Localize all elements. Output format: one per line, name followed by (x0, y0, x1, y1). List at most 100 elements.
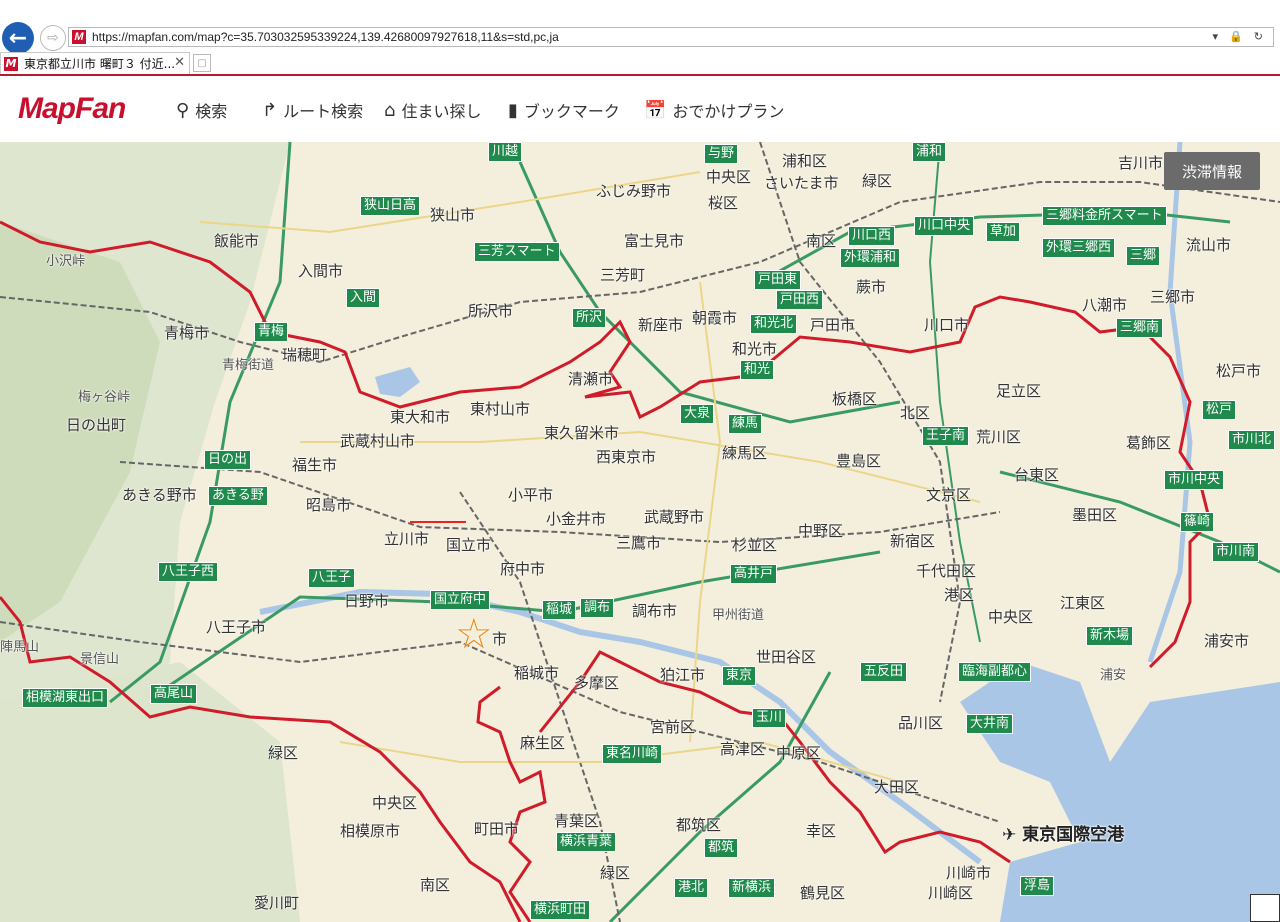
place-label: 葛飾区 (1126, 434, 1172, 452)
bookmark-icon: ▮ (508, 99, 518, 121)
interchange-label[interactable]: 新木場 (1086, 626, 1134, 646)
interchange-label[interactable]: 川口中央 (914, 216, 975, 236)
nav-bookmark-label: ブックマーク (523, 102, 620, 121)
interchange-label[interactable]: 青梅 (254, 322, 289, 342)
place-label: 小沢峠 (46, 254, 86, 269)
place-label: 武蔵野市 (644, 508, 705, 526)
interchange-label[interactable]: 市川南 (1212, 542, 1260, 562)
interchange-label[interactable]: 市川北 (1228, 430, 1276, 450)
place-label: 新座市 (638, 316, 684, 334)
nav-search-label: 検索 (195, 102, 228, 121)
interchange-label[interactable]: 新横浜 (728, 878, 776, 898)
interchange-label[interactable]: 五反田 (860, 662, 908, 682)
interchange-label[interactable]: 所沢 (572, 308, 607, 328)
interchange-label[interactable]: 都筑 (704, 838, 739, 858)
nav-outing-plan[interactable]: 📅 おでかけプラン (644, 98, 784, 122)
place-label: 浦和区 (782, 152, 828, 170)
place-label: 麻生区 (520, 734, 566, 752)
place-label: 府中市 (500, 560, 546, 578)
place-label: 浦安 (1100, 668, 1127, 683)
nav-route-search[interactable]: ↱ ルート検索 (262, 98, 363, 122)
interchange-label[interactable]: 松戸 (1202, 400, 1237, 420)
tab-active[interactable]: M 東京都立川市 曙町３ 付近... ✕ (0, 52, 190, 74)
interchange-label[interactable]: 三芳スマート (474, 242, 560, 262)
interchange-label[interactable]: 横浜青葉 (556, 832, 617, 852)
interchange-label[interactable]: 外環浦和 (840, 248, 901, 268)
place-label: 川崎市 (946, 864, 992, 882)
interchange-label[interactable]: 八王子 (308, 568, 356, 588)
interchange-label[interactable]: 入間 (346, 288, 381, 308)
browser-chrome: ← ⇨ M https://mapfan.com/map?c=35.703032… (0, 0, 1280, 76)
interchange-label[interactable]: 大井南 (966, 714, 1014, 734)
interchange-label[interactable]: 高井戸 (730, 564, 778, 584)
place-label: 青葉区 (554, 812, 600, 830)
place-label: 新宿区 (890, 532, 936, 550)
forward-arrow-icon[interactable]: ⇨ (40, 25, 66, 51)
close-tab-icon[interactable]: ✕ (174, 55, 185, 70)
nav-plan-label: おでかけプラン (672, 102, 785, 121)
interchange-label[interactable]: 三郷南 (1116, 318, 1164, 338)
interchange-label[interactable]: 東京 (722, 666, 757, 686)
interchange-label[interactable]: 和光 (740, 360, 775, 380)
address-bar[interactable]: M https://mapfan.com/map?c=35.7030325953… (68, 27, 1274, 47)
interchange-label[interactable]: 練馬 (728, 414, 763, 434)
place-label: 大田区 (874, 778, 920, 796)
interchange-label[interactable]: 和光北 (750, 314, 798, 334)
interchange-label[interactable]: 東名川崎 (602, 744, 663, 764)
nav-housing[interactable]: ⌂ 住まい探し (384, 98, 481, 122)
search-icon: ⚲ (176, 99, 190, 121)
interchange-label[interactable]: 三郷料金所スマート (1042, 206, 1167, 226)
tab-bar: M 東京都立川市 曙町３ 付近... ✕ ▢ (0, 52, 1280, 74)
interchange-label[interactable]: 篠崎 (1180, 512, 1215, 532)
new-tab-button[interactable]: ▢ (193, 54, 211, 72)
interchange-label[interactable]: 三郷 (1126, 246, 1161, 266)
place-label: 西東京市 (596, 448, 657, 466)
interchange-label[interactable]: 戸田東 (754, 270, 802, 290)
interchange-label[interactable]: 川口西 (848, 226, 896, 246)
interchange-label[interactable]: 川越 (488, 142, 523, 162)
interchange-label[interactable]: 日の出 (204, 450, 252, 470)
map-canvas[interactable]: 渋滞情報 飯能市 入間市 狭山市 ふじみ野市 富士見市 三芳町 所沢市 新座市 … (0, 142, 1280, 922)
interchange-label[interactable]: 草加 (986, 222, 1021, 242)
interchange-label[interactable]: 相模湖東出口 (22, 688, 109, 708)
place-label: 鶴見区 (800, 884, 846, 902)
interchange-label[interactable]: 玉川 (752, 708, 787, 728)
nav-bookmark[interactable]: ▮ ブックマーク (508, 98, 620, 122)
url-text[interactable]: https://mapfan.com/map?c=35.703032595339… (92, 30, 559, 44)
place-label: あきる野市 (122, 486, 197, 504)
mapfan-logo[interactable]: MapFan (18, 92, 126, 126)
site-favicon-icon: M (72, 30, 86, 44)
interchange-label[interactable]: 浮島 (1020, 876, 1055, 896)
interchange-label[interactable]: 戸田西 (776, 290, 824, 310)
interchange-label[interactable]: 横浜町田 (530, 900, 591, 920)
interchange-label[interactable]: あきる野 (208, 486, 268, 506)
interchange-label[interactable]: 大泉 (680, 404, 715, 424)
map-panel-toggle[interactable] (1250, 894, 1280, 922)
place-label: 町田市 (474, 820, 520, 838)
traffic-info-button[interactable]: 渋滞情報 (1164, 152, 1260, 190)
place-label: 南区 (420, 876, 451, 894)
place-label: 足立区 (996, 382, 1042, 400)
place-label: 都筑区 (676, 816, 722, 834)
interchange-label[interactable]: 稲城 (542, 600, 577, 620)
place-label: 調布市 (632, 602, 678, 620)
interchange-label[interactable]: 王子南 (922, 426, 970, 446)
interchange-label[interactable]: 高尾山 (150, 684, 198, 704)
place-label: 市 (492, 630, 508, 648)
interchange-label[interactable]: 与野 (704, 144, 739, 164)
interchange-label[interactable]: 外環三郷西 (1042, 238, 1116, 258)
back-arrow-icon[interactable]: ← (2, 22, 34, 54)
nav-search[interactable]: ⚲ 検索 (176, 98, 227, 122)
interchange-label[interactable]: 臨海副都心 (958, 662, 1032, 682)
place-label: 蕨市 (856, 278, 887, 296)
star-location-icon[interactable]: ☆ (455, 613, 493, 655)
interchange-label[interactable]: 港北 (674, 878, 709, 898)
interchange-label[interactable]: 八王子西 (158, 562, 219, 582)
interchange-label[interactable]: 浦和 (912, 142, 947, 162)
lock-refresh-icons[interactable]: ▾ 🔒 ↻ (1212, 30, 1267, 43)
interchange-label[interactable]: 狭山日高 (360, 196, 421, 216)
place-label: 中野区 (798, 522, 844, 540)
interchange-label[interactable]: 市川中央 (1164, 470, 1225, 490)
interchange-label[interactable]: 調布 (580, 598, 615, 618)
interchange-label[interactable]: 国立府中 (430, 590, 491, 610)
